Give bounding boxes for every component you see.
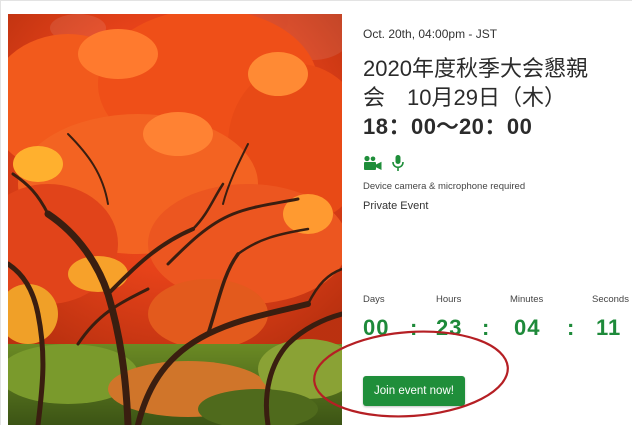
join-event-button[interactable]: Join event now! (363, 376, 465, 406)
event-cover-image (8, 14, 342, 425)
event-title-line-1: 2020年度秋季大会懇親 (363, 56, 588, 81)
countdown-seconds-label: Seconds (592, 294, 629, 305)
device-requirement-text: Device camera & microphone required (363, 181, 526, 192)
event-info-panel: Oct. 20th, 04:00pm - JST 2020年度秋季大会懇親 会 … (363, 0, 632, 425)
countdown-days-label: Days (363, 294, 385, 305)
countdown-hours-label: Hours (436, 294, 462, 305)
countdown-separator: : (482, 315, 490, 340)
countdown-days-value: 00 (363, 315, 390, 340)
microphone-icon (392, 155, 404, 171)
event-date-time: Oct. 20th, 04:00pm - JST (363, 27, 498, 41)
card-left-border (0, 0, 1, 425)
video-camera-icon (364, 155, 382, 170)
event-privacy-label: Private Event (363, 200, 429, 212)
countdown-minutes-value: 04 (514, 315, 541, 340)
countdown-seconds-value: 11 (596, 315, 622, 340)
countdown-minutes-label: Minutes (510, 294, 544, 305)
event-title: 2020年度秋季大会懇親 会 10月29日（木） 18：00～20：00 (363, 54, 625, 141)
countdown-separator: : (410, 315, 418, 340)
event-title-line-2: 会 10月29日（木） (363, 85, 566, 110)
countdown-separator: : (567, 315, 575, 340)
countdown-hours-value: 23 (436, 315, 463, 340)
device-requirement-icons (363, 154, 405, 172)
event-card: Oct. 20th, 04:00pm - JST 2020年度秋季大会懇親 会 … (0, 0, 632, 425)
event-title-line-3: 18：00～20：00 (363, 114, 533, 139)
